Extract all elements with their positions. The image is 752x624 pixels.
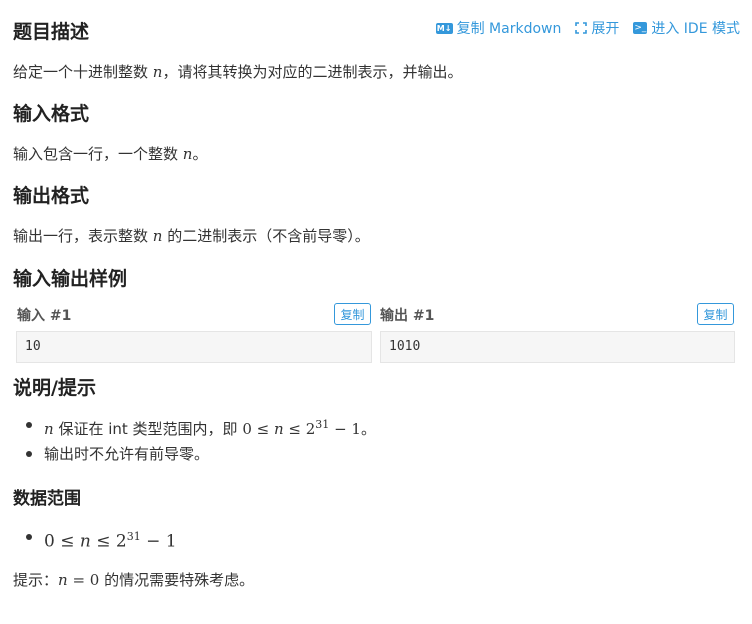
hint1-math-a: 0 ≤ xyxy=(242,420,274,438)
description-text: 给定一个十进制整数 n，请将其转换为对应的二进制表示，并输出。 xyxy=(13,61,462,82)
tip-after: 的情况需要特殊考虑。 xyxy=(99,571,255,589)
hint1-math-c: − 1 xyxy=(329,420,361,438)
samples-heading: 输入输出样例 xyxy=(13,268,128,290)
output-format-var: n xyxy=(152,227,163,245)
enter-ide-button[interactable]: >_ 进入 IDE 模式 xyxy=(633,18,740,38)
output-format-heading: 输出格式 xyxy=(13,185,90,207)
range-exp: 31 xyxy=(126,530,141,543)
hint1-math-var: n xyxy=(273,420,284,438)
description-after: ，请将其转换为对应的二进制表示，并输出。 xyxy=(162,63,463,81)
sample-input-box[interactable]: 10 xyxy=(16,331,372,363)
expand-icon xyxy=(575,22,588,34)
list-item: 0 ≤ n ≤ 231 − 1 xyxy=(13,524,177,552)
copy-markdown-label: 复制 Markdown xyxy=(456,21,562,37)
markdown-icon: M↓ xyxy=(435,22,453,34)
list-item: 输出时不允许有前导零。 xyxy=(13,442,376,466)
hints-list: n 保证在 int 类型范围内，即 0 ≤ n ≤ 231 − 1。 输出时不允… xyxy=(13,413,376,466)
description-before: 给定一个十进制整数 xyxy=(13,63,153,81)
range-math-a: 0 ≤ xyxy=(44,531,80,552)
hint1-var: n xyxy=(44,420,54,438)
range-list: 0 ≤ n ≤ 231 − 1 xyxy=(13,524,177,552)
enter-ide-label: 进入 IDE 模式 xyxy=(651,21,740,37)
input-format-heading: 输入格式 xyxy=(13,103,90,125)
tip-var: n xyxy=(58,571,68,589)
range-math-var: n xyxy=(79,531,91,552)
input-format-text: 输入包含一行，一个整数 n。 xyxy=(13,143,207,164)
range-heading: 数据范围 xyxy=(13,489,81,509)
input-format-before: 输入包含一行，一个整数 xyxy=(13,145,183,163)
hint1-end: 。 xyxy=(360,420,376,438)
sample-input-label: 输入 #1 xyxy=(17,308,72,324)
tip-prefix: 提示： xyxy=(13,571,59,589)
expand-label: 展开 xyxy=(591,21,620,37)
terminal-icon: >_ xyxy=(633,22,648,34)
output-format-before: 输出一行，表示整数 xyxy=(13,227,153,245)
hint1-exp: 31 xyxy=(315,418,330,431)
output-format-after: 的二进制表示（不含前导零）。 xyxy=(162,227,370,245)
tip-text: 提示：n = 0 的情况需要特殊考虑。 xyxy=(13,569,254,590)
copy-output-button[interactable]: 复制 xyxy=(697,303,734,325)
input-format-after: 。 xyxy=(192,145,208,163)
problem-page: 题目描述 M↓ 复制 Markdown 展开 >_ 进入 IDE 模式 给定一个… xyxy=(0,0,752,624)
page-title: 题目描述 xyxy=(13,21,90,43)
hint1-mid: 保证在 int 类型范围内，即 xyxy=(53,420,243,438)
tip-eq: = 0 xyxy=(67,571,100,589)
hints-heading: 说明/提示 xyxy=(13,377,96,399)
range-math-c: − 1 xyxy=(140,531,177,552)
hint2-text: 输出时不允许有前导零。 xyxy=(44,445,210,463)
sample-output-label: 输出 #1 xyxy=(380,308,435,324)
expand-button[interactable]: 展开 xyxy=(575,18,619,38)
list-item: n 保证在 int 类型范围内，即 0 ≤ n ≤ 231 − 1。 xyxy=(13,413,376,438)
range-math-b: ≤ 2 xyxy=(90,531,127,552)
description-var: n xyxy=(152,63,163,81)
sample-output-box[interactable]: 1010 xyxy=(380,331,735,363)
hint1-math-b: ≤ 2 xyxy=(283,420,316,438)
toolbar: M↓ 复制 Markdown 展开 >_ 进入 IDE 模式 xyxy=(435,18,740,38)
input-format-var: n xyxy=(182,145,193,163)
output-format-text: 输出一行，表示整数 n 的二进制表示（不含前导零）。 xyxy=(13,225,370,246)
copy-markdown-button[interactable]: M↓ 复制 Markdown xyxy=(435,18,562,38)
copy-input-button[interactable]: 复制 xyxy=(334,303,371,325)
